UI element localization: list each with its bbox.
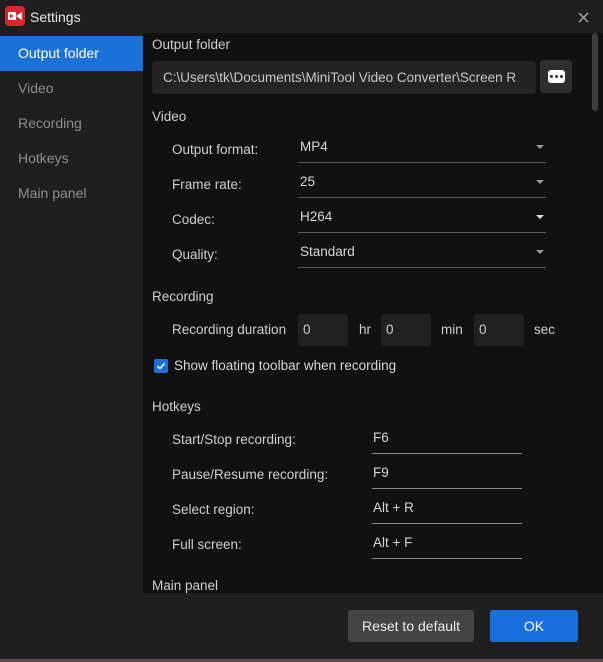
sidebar-item-video[interactable]: Video xyxy=(0,71,143,106)
quality-value: Standard xyxy=(300,244,355,259)
chevron-down-icon xyxy=(536,250,544,254)
output-format-select[interactable]: MP4 xyxy=(298,137,546,163)
sidebar-item-output-folder[interactable]: Output folder xyxy=(0,36,143,71)
title-bar: Settings xyxy=(0,0,603,33)
quality-label: Quality: xyxy=(172,247,218,262)
duration-seconds-input[interactable]: 0 xyxy=(474,314,524,346)
dialog-footer: Reset to default OK xyxy=(0,593,603,659)
chevron-down-icon xyxy=(536,215,544,219)
sidebar-item-recording[interactable]: Recording xyxy=(0,106,143,141)
ok-button[interactable]: OK xyxy=(490,610,578,642)
frame-rate-value: 25 xyxy=(300,174,316,189)
select-region-hotkey-field[interactable]: Alt + R xyxy=(372,496,522,524)
frame-rate-label: Frame rate: xyxy=(172,177,242,192)
start-stop-label: Start/Stop recording: xyxy=(172,432,296,447)
hours-unit-label: hr xyxy=(359,322,372,337)
browse-folder-button[interactable] xyxy=(540,60,572,93)
video-heading: Video xyxy=(152,109,187,124)
quality-select[interactable]: Standard xyxy=(298,242,546,268)
floating-toolbar-checkbox[interactable] xyxy=(154,359,168,373)
start-stop-hotkey-field[interactable]: F6 xyxy=(372,426,522,454)
scrollbar-thumb[interactable] xyxy=(592,33,598,111)
pause-resume-label: Pause/Resume recording: xyxy=(172,467,329,482)
chevron-down-icon xyxy=(536,180,544,184)
recording-heading: Recording xyxy=(152,289,214,304)
main-panel-heading: Main panel xyxy=(152,578,219,593)
checkmark-icon xyxy=(156,362,166,370)
floating-toolbar-label[interactable]: Show floating toolbar when recording xyxy=(174,358,396,373)
sidebar-item-hotkeys[interactable]: Hotkeys xyxy=(0,141,143,176)
more-dots-icon xyxy=(547,70,565,83)
output-format-value: MP4 xyxy=(300,139,328,154)
codec-label: Codec: xyxy=(172,212,215,227)
minutes-unit-label: min xyxy=(441,322,463,337)
duration-minutes-input[interactable]: 0 xyxy=(381,314,431,346)
reset-to-default-button[interactable]: Reset to default xyxy=(348,610,474,642)
frame-rate-select[interactable]: 25 xyxy=(298,172,546,198)
output-folder-path-field[interactable]: C:\Users\tk\Documents\MiniTool Video Con… xyxy=(152,61,536,94)
video-camera-icon xyxy=(5,6,25,26)
close-icon xyxy=(578,12,588,22)
window-title: Settings xyxy=(30,9,81,25)
recording-duration-label: Recording duration xyxy=(172,322,287,337)
select-region-label: Select region: xyxy=(172,502,255,517)
duration-hours-input[interactable]: 0 xyxy=(298,314,348,346)
settings-content: Output folder C:\Users\tk\Documents\Mini… xyxy=(143,33,603,593)
sidebar: Output folder Video Recording Hotkeys Ma… xyxy=(0,36,143,591)
close-button[interactable] xyxy=(572,6,594,28)
sidebar-item-main-panel[interactable]: Main panel xyxy=(0,176,143,211)
seconds-unit-label: sec xyxy=(534,322,556,337)
codec-select[interactable]: H264 xyxy=(298,207,546,233)
full-screen-hotkey-field[interactable]: Alt + F xyxy=(372,531,522,559)
output-format-label: Output format: xyxy=(172,142,259,157)
chevron-down-icon xyxy=(536,145,544,149)
codec-value: H264 xyxy=(300,209,333,224)
hotkeys-heading: Hotkeys xyxy=(152,399,201,414)
full-screen-label: Full screen: xyxy=(172,537,242,552)
output-folder-heading: Output folder xyxy=(152,37,231,52)
pause-resume-hotkey-field[interactable]: F9 xyxy=(372,461,522,489)
